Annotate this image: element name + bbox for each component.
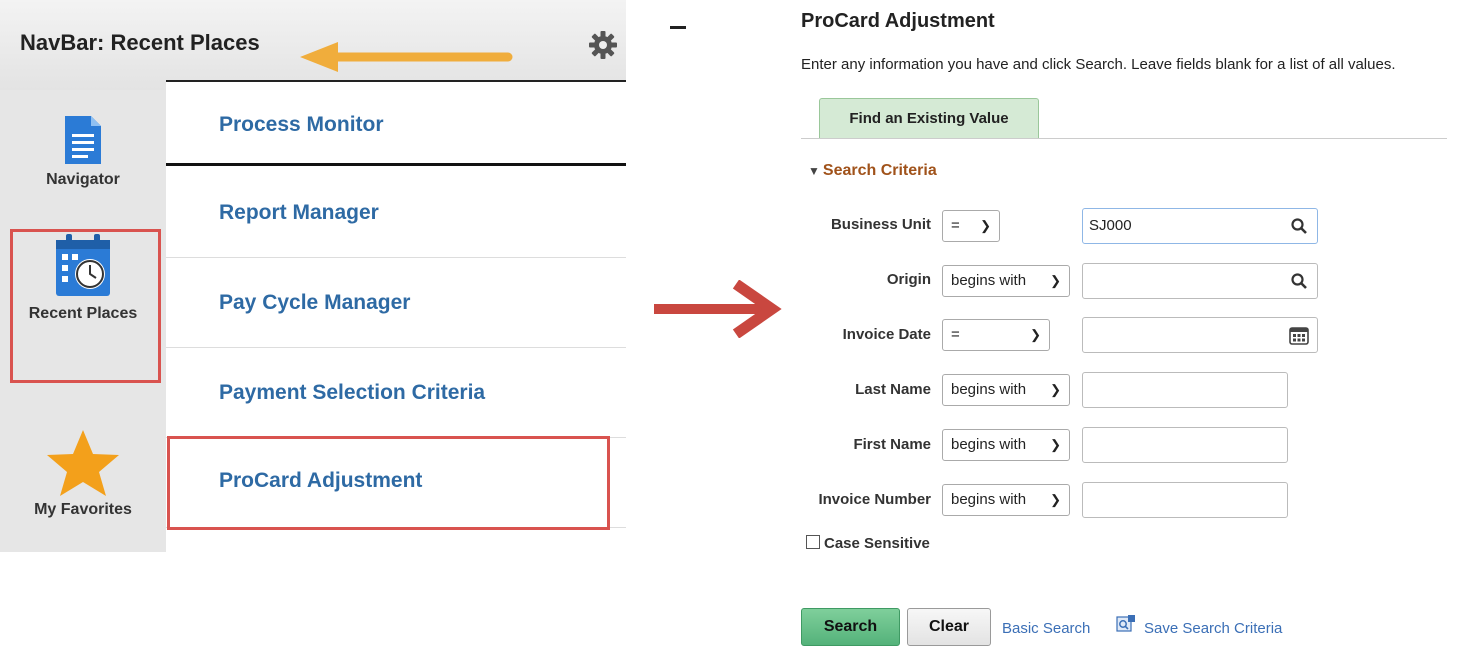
chevron-down-icon: ❯	[1030, 327, 1041, 342]
clear-button[interactable]: Clear	[907, 608, 991, 646]
case-sensitive-label: Case Sensitive	[824, 535, 930, 552]
search-icon[interactable]	[1291, 273, 1307, 289]
list-item-process-monitor[interactable]: Process Monitor	[166, 80, 626, 166]
right-arrow-icon	[654, 280, 782, 338]
left-arrow-icon	[300, 42, 513, 72]
first-name-input[interactable]	[1082, 427, 1288, 463]
minimize-dash	[670, 26, 686, 29]
list-item-label: Pay Cycle Manager	[219, 291, 411, 314]
star-icon	[47, 430, 119, 496]
last-name-label: Last Name	[855, 381, 931, 398]
navbar-title: NavBar: Recent Places	[20, 30, 260, 55]
collapse-triangle-icon: ▼	[808, 164, 820, 178]
save-search-icon[interactable]	[1116, 614, 1136, 634]
business-unit-label: Business Unit	[830, 216, 931, 233]
search-instructions: Enter any information you have and click…	[801, 56, 1396, 73]
list-item-payment-selection-criteria[interactable]: Payment Selection Criteria	[166, 350, 626, 438]
search-button[interactable]: Search	[801, 608, 900, 646]
invoice-number-input[interactable]	[1082, 482, 1288, 518]
invoice-date-label: Invoice Date	[842, 326, 931, 343]
case-sensitive-checkbox[interactable]: Case Sensitive	[806, 535, 930, 552]
business-unit-input[interactable]: SJ000	[1082, 208, 1318, 244]
chevron-down-icon: ❯	[1050, 273, 1061, 288]
operator-value: begins with	[951, 436, 1027, 453]
recent-places-highlight	[10, 229, 161, 383]
navbar-panel: NavBar: Recent Places Navigator Recent P…	[0, 0, 626, 552]
chevron-down-icon: ❯	[1050, 492, 1061, 507]
list-item-report-manager[interactable]: Report Manager	[166, 170, 626, 258]
invoice-number-operator[interactable]: begins with ❯	[942, 484, 1070, 516]
operator-value: begins with	[951, 381, 1027, 398]
operator-value: begins with	[951, 491, 1027, 508]
chevron-down-icon: ❯	[1050, 437, 1061, 452]
checkbox-box[interactable]	[806, 535, 820, 549]
search-icon[interactable]	[1291, 218, 1307, 234]
chevron-down-icon: ❯	[1050, 382, 1061, 397]
procard-adjustment-highlight	[167, 436, 610, 530]
search-criteria-header[interactable]: ▼ Search Criteria	[808, 162, 937, 180]
gear-icon[interactable]	[588, 30, 618, 60]
list-item-pay-cycle-manager[interactable]: Pay Cycle Manager	[166, 260, 626, 348]
last-name-operator[interactable]: begins with ❯	[942, 374, 1070, 406]
navbar-header: NavBar: Recent Places	[0, 0, 626, 91]
operator-value: begins with	[951, 272, 1027, 289]
search-criteria-label: Search Criteria	[822, 162, 937, 179]
basic-search-link[interactable]: Basic Search	[1002, 620, 1090, 637]
tab-find-existing-value[interactable]: Find an Existing Value	[819, 98, 1039, 138]
origin-label: Origin	[886, 271, 931, 288]
page-title: ProCard Adjustment	[801, 10, 995, 32]
invoice-date-input[interactable]	[1082, 317, 1318, 353]
first-name-label: First Name	[853, 436, 931, 453]
sidebar-item-navigator[interactable]: Navigator	[0, 114, 166, 189]
sidebar-item-my-favorites[interactable]: My Favorites	[0, 430, 166, 519]
last-name-input[interactable]	[1082, 372, 1288, 408]
first-name-operator[interactable]: begins with ❯	[942, 429, 1070, 461]
invoice-date-operator[interactable]: = ❯	[942, 319, 1050, 351]
invoice-number-label: Invoice Number	[818, 491, 931, 508]
operator-value: =	[951, 326, 960, 343]
list-item-label: Report Manager	[219, 201, 379, 224]
sidebar-item-label: My Favorites	[34, 501, 132, 518]
sidebar-item-label: Navigator	[46, 171, 120, 188]
business-unit-operator[interactable]: = ❯	[942, 210, 1000, 242]
list-item-label: Payment Selection Criteria	[219, 381, 486, 404]
calendar-icon[interactable]	[1289, 325, 1309, 345]
save-search-criteria-link[interactable]: Save Search Criteria	[1144, 620, 1282, 637]
list-item-label: Process Monitor	[219, 113, 384, 136]
chevron-down-icon: ❯	[980, 218, 991, 233]
operator-value: =	[951, 217, 960, 234]
business-unit-value: SJ000	[1089, 217, 1132, 234]
document-icon	[65, 116, 101, 164]
origin-operator[interactable]: begins with ❯	[942, 265, 1070, 297]
tab-divider	[801, 138, 1447, 139]
origin-input[interactable]	[1082, 263, 1318, 299]
